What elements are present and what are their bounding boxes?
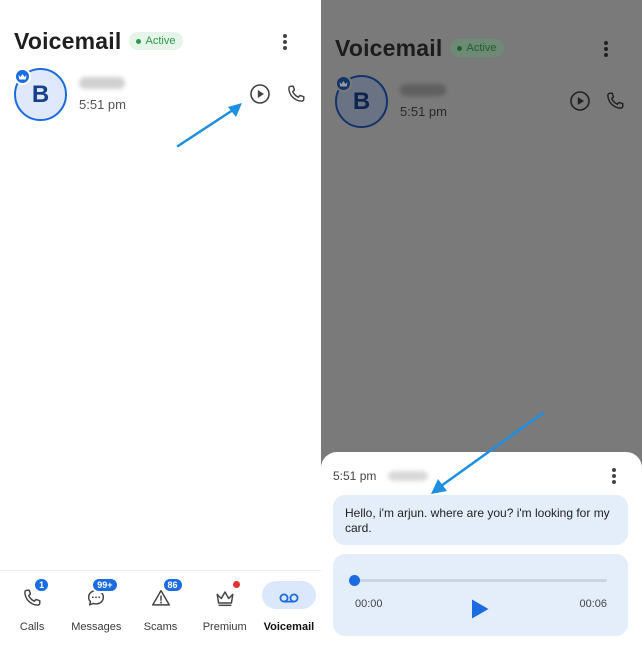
phone-icon: 1: [19, 577, 51, 611]
more-vert-icon[interactable]: [598, 39, 614, 59]
crown-icon: [212, 581, 240, 611]
voicemail-bottom-sheet: 5:51 pm Hello, i'm arjun. where are you?…: [321, 452, 642, 650]
transcript-text: Hello, i'm arjun. where are you? i'm loo…: [345, 506, 610, 535]
phone-icon[interactable]: [284, 82, 308, 106]
bottom-navigation: 1 Calls 99+ Messages 86 Scams Premium Vo…: [0, 570, 321, 650]
avatar-initial: B: [352, 87, 371, 115]
messages-count-badge: 99+: [91, 577, 119, 593]
play-circle-icon[interactable]: [568, 89, 592, 113]
scam-warning-icon: 86: [148, 577, 184, 611]
duration: 00:06: [579, 598, 607, 610]
notification-dot: [232, 581, 240, 588]
page-title: Voicemail: [335, 34, 443, 61]
crown-icon: [14, 68, 31, 85]
voicemail-transcript: Hello, i'm arjun. where are you? i'm loo…: [333, 495, 628, 545]
voicemail-time: 5:51 pm: [400, 104, 447, 119]
status-badge-label: Active: [145, 35, 176, 47]
page-title: Voicemail: [14, 27, 122, 54]
status-badge: Active: [450, 39, 505, 57]
tab-messages[interactable]: 99+ Messages: [64, 571, 128, 650]
tab-calls[interactable]: 1 Calls: [0, 571, 64, 650]
tab-label: Calls: [19, 621, 45, 633]
contact-name-redacted: [400, 84, 446, 96]
status-badge-label: Active: [466, 42, 497, 54]
phone-icon[interactable]: [603, 89, 627, 113]
scams-count-badge: 86: [161, 577, 184, 593]
tab-scams[interactable]: 86 Scams: [128, 571, 192, 650]
voicemail-detail-screen: Voicemail Active B 5:51 pm 5:51 pm Hello…: [321, 0, 642, 650]
tab-label: Scams: [143, 621, 178, 633]
seek-thumb[interactable]: [349, 575, 360, 586]
current-time: 00:00: [355, 598, 383, 610]
avatar-initial: B: [31, 80, 50, 108]
play-icon[interactable]: [470, 598, 490, 620]
status-dot: [457, 45, 463, 51]
seek-bar[interactable]: [354, 579, 607, 582]
status-badge: Active: [129, 32, 184, 50]
tab-premium[interactable]: Premium: [193, 571, 257, 650]
messages-icon: 99+: [83, 577, 119, 611]
tab-label: Voicemail: [263, 621, 315, 633]
voicemail-time: 5:51 pm: [79, 97, 126, 112]
status-dot: [136, 38, 142, 44]
crown-icon: [335, 75, 352, 92]
tab-label: Premium: [202, 621, 247, 633]
voicemail-list-item[interactable]: B 5:51 pm: [14, 68, 307, 124]
more-vert-icon[interactable]: [606, 466, 622, 486]
contact-name-redacted: [388, 471, 429, 481]
sheet-header: 5:51 pm: [333, 466, 630, 486]
calls-count-badge: 1: [33, 577, 51, 593]
header: Voicemail Active: [14, 26, 307, 56]
tab-voicemail[interactable]: Voicemail: [257, 571, 321, 650]
contact-name-redacted: [79, 77, 125, 89]
sheet-time: 5:51 pm: [333, 469, 377, 483]
voicemail-list-item[interactable]: B 5:51 pm: [335, 75, 628, 131]
voicemail-screen: Voicemail Active B 5:51 pm 1 Calls 99+ M…: [0, 0, 321, 650]
more-vert-icon[interactable]: [277, 32, 293, 52]
tab-label: Messages: [71, 621, 122, 633]
header: Voicemail Active: [335, 33, 628, 63]
voicemail-icon: [276, 585, 302, 611]
audio-player: 00:00 00:06: [333, 554, 628, 636]
play-circle-icon[interactable]: [248, 82, 272, 106]
